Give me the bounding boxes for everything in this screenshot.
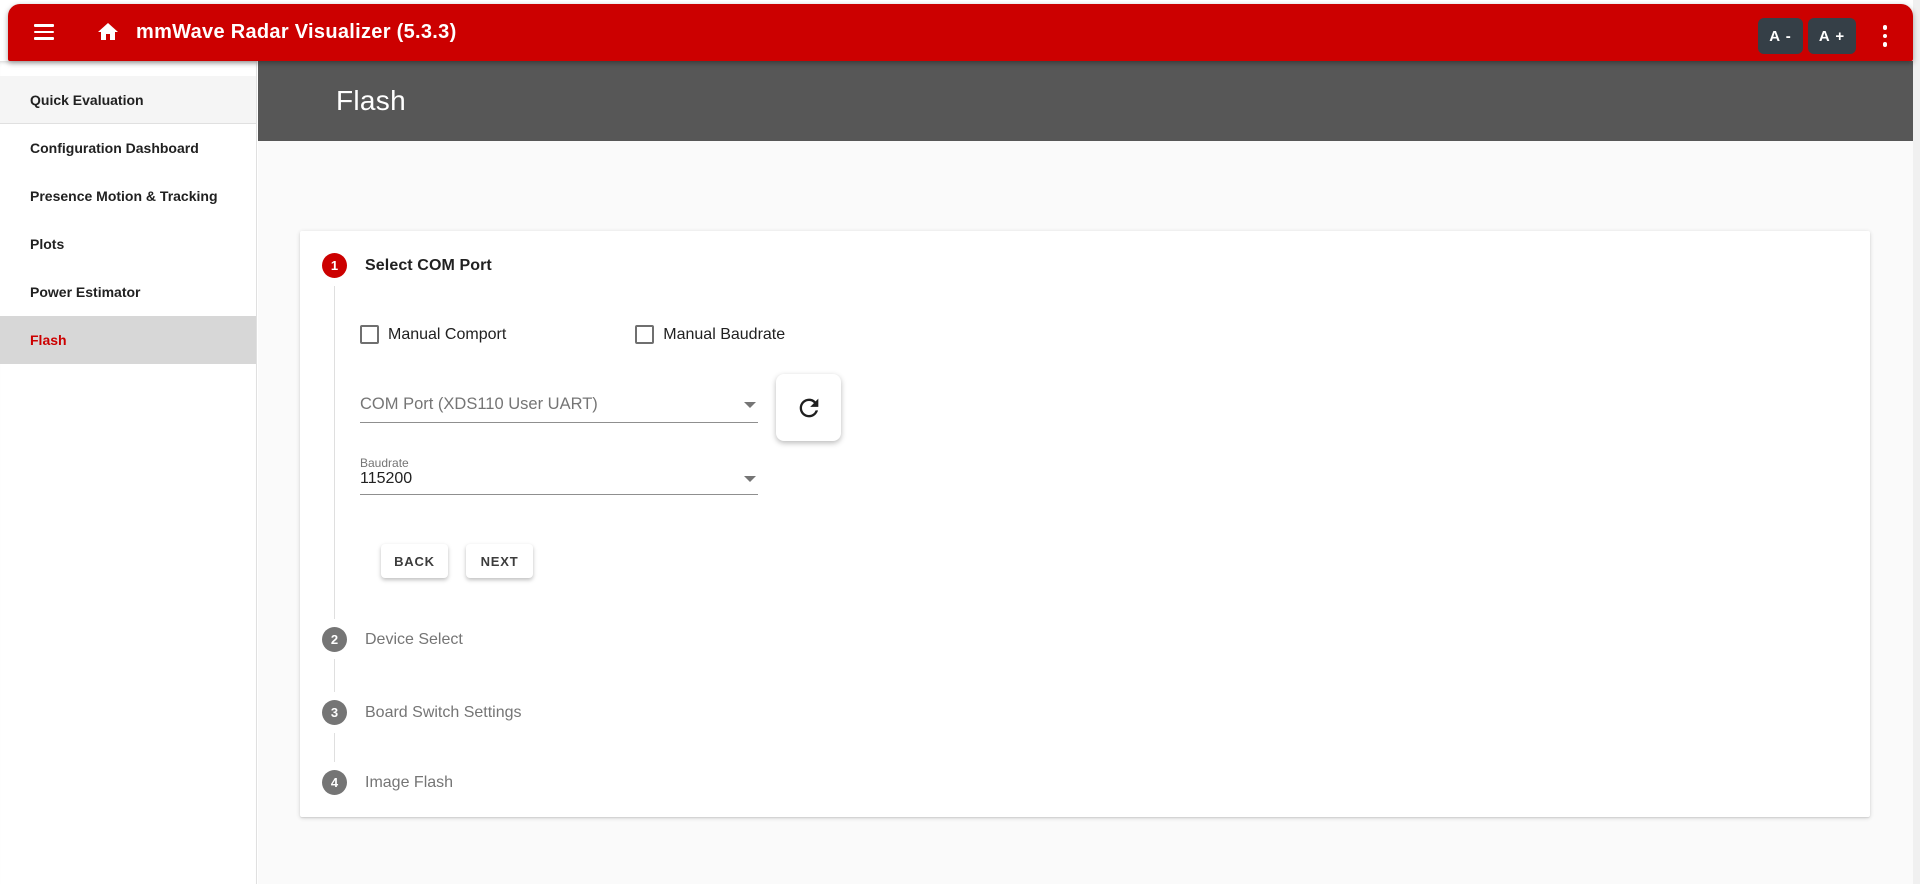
flash-stepper-card: 1 Select COM Port Manual Comport Manual …: [300, 231, 1870, 817]
font-increase-button[interactable]: A +: [1808, 18, 1856, 54]
page-title: Flash: [336, 85, 406, 116]
step-3-header[interactable]: 3 Board Switch Settings: [300, 700, 900, 725]
manual-comport-checkbox[interactable]: Manual Comport: [360, 325, 506, 344]
app-title: mmWave Radar Visualizer (5.3.3): [136, 21, 457, 43]
manual-baudrate-checkbox[interactable]: Manual Baudrate: [635, 325, 785, 344]
page-scrollbar[interactable]: [1913, 0, 1920, 884]
checkbox-icon[interactable]: [635, 325, 655, 344]
app-bar: mmWave Radar Visualizer (5.3.3) A - A +: [8, 4, 1913, 61]
sidebar-item-quick-evaluation[interactable]: Quick Evaluation: [0, 76, 256, 124]
step-1-header[interactable]: 1 Select COM Port: [300, 253, 900, 278]
sidebar-item-presence-motion-tracking[interactable]: Presence Motion & Tracking: [0, 172, 256, 220]
baudrate-field-label: Baudrate: [360, 456, 409, 470]
manual-comport-label[interactable]: Manual Comport: [388, 326, 506, 344]
step-connector-3: [334, 733, 335, 762]
sidebar-nav-list: Quick Evaluation Configuration Dashboard…: [0, 76, 256, 364]
step-3-badge: 3: [322, 700, 347, 725]
refresh-icon: [799, 398, 818, 417]
sidebar-item-configuration-dashboard[interactable]: Configuration Dashboard: [0, 124, 256, 172]
refresh-com-ports-button[interactable]: [776, 374, 841, 441]
sidebar-item-plots[interactable]: Plots: [0, 220, 256, 268]
next-button[interactable]: NEXT: [466, 544, 533, 578]
baudrate-value: 115200: [360, 470, 413, 487]
step-4-badge: 4: [322, 770, 347, 795]
step-2-label: Device Select: [365, 630, 463, 648]
app-window: mmWave Radar Visualizer (5.3.3) A - A + …: [0, 0, 1920, 884]
back-button[interactable]: BACK: [381, 544, 448, 578]
step-1-label: Select COM Port: [365, 256, 492, 274]
step-2-header[interactable]: 2 Device Select: [300, 627, 900, 652]
step-connector-1: [334, 286, 335, 619]
menu-icon[interactable]: [34, 21, 56, 43]
step-4-header[interactable]: 4 Image Flash: [300, 770, 900, 795]
com-port-placeholder: COM Port (XDS110 User UART): [360, 395, 598, 413]
sidebar-item-flash[interactable]: Flash: [0, 316, 256, 364]
manual-baudrate-label[interactable]: Manual Baudrate: [663, 326, 785, 344]
sidebar: Quick Evaluation Configuration Dashboard…: [0, 61, 257, 884]
baudrate-select[interactable]: Baudrate 115200: [360, 456, 758, 495]
checkbox-group: Manual Comport Manual Baudrate: [360, 325, 785, 344]
font-decrease-button[interactable]: A -: [1758, 18, 1803, 54]
com-port-select[interactable]: COM Port (XDS110 User UART): [360, 387, 758, 423]
dropdown-arrow-icon: [744, 476, 756, 482]
step-connector-2: [334, 659, 335, 692]
step-1-badge: 1: [322, 253, 347, 278]
step-3-label: Board Switch Settings: [365, 703, 522, 721]
kebab-menu-icon[interactable]: [1876, 18, 1894, 54]
sidebar-item-power-estimator[interactable]: Power Estimator: [0, 268, 256, 316]
step-2-badge: 2: [322, 627, 347, 652]
step-4-label: Image Flash: [365, 773, 454, 791]
home-icon[interactable]: [96, 20, 120, 44]
checkbox-icon[interactable]: [360, 325, 379, 344]
dropdown-arrow-icon: [744, 402, 756, 408]
page-header: Flash: [258, 61, 1913, 141]
